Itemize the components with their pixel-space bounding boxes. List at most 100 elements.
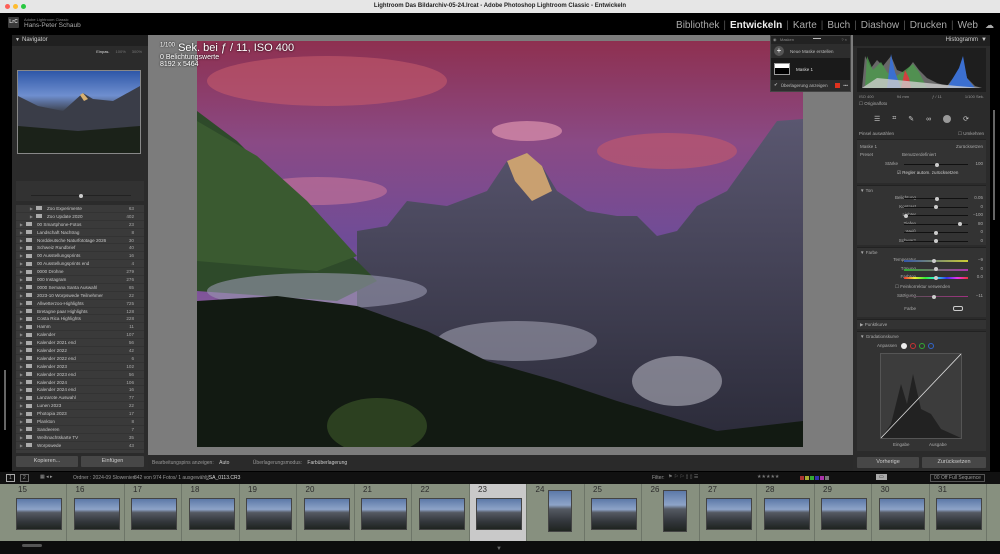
edit-sliders-icon[interactable]: ☰ (874, 115, 880, 123)
filmstrip-frame[interactable]: 22 (413, 484, 470, 541)
color-swatch[interactable] (953, 306, 963, 311)
overlay-mode-select[interactable]: Farbüberlagerung (307, 460, 347, 466)
folder-item[interactable]: ▶Worpswede43 (16, 442, 144, 450)
copy-settings-button[interactable]: Kopieren... (16, 456, 78, 467)
amount-slider[interactable] (904, 164, 968, 165)
point-curve-section[interactable]: ▶ Punktkurve (857, 319, 986, 329)
tiefen-slider[interactable] (904, 224, 968, 225)
filmstrip-frame[interactable]: 28 (758, 484, 815, 541)
zoom-fit[interactable]: Einpas. (96, 46, 109, 57)
folder-item[interactable]: ▶0000 Semana Santa Auswahl65 (16, 284, 144, 292)
masking-icon[interactable] (943, 115, 951, 123)
disclosure-triangle-icon[interactable]: ▶ (16, 206, 36, 211)
temperatur-slider[interactable] (904, 260, 968, 262)
filmstrip-frame[interactable]: 17 (125, 484, 182, 541)
module-drucken[interactable]: Drucken (910, 20, 947, 31)
filmstrip-frame[interactable]: 15 (10, 484, 67, 541)
filmstrip-frame[interactable]: 24 (528, 484, 585, 541)
folder-item[interactable]: ▶Kalender 2024 end16 (16, 386, 144, 394)
filmstrip-frame[interactable]: 21 (355, 484, 412, 541)
flag-filter-icons[interactable]: ⚑ ⚐ ⚐ ▯ ▯ ☰ (668, 474, 698, 480)
folder-item[interactable]: ▶0000 Drohne279 (16, 268, 144, 276)
blue-channel-button[interactable] (928, 343, 934, 349)
folder-item[interactable]: ▶2023-10 Worpswede Teilnehmer22 (16, 292, 144, 300)
disclosure-triangle-icon[interactable]: ▶ (16, 269, 26, 274)
slider-knob[interactable] (934, 231, 938, 235)
disclosure-triangle-icon[interactable]: ▶ (16, 222, 26, 227)
filmstrip-frame[interactable]: 29 (815, 484, 872, 541)
slider-knob[interactable] (934, 239, 938, 243)
color-label-filter[interactable] (800, 476, 829, 480)
disclosure-triangle-icon[interactable]: ▶ (16, 395, 26, 400)
filmstrip-frame[interactable]: 18 (183, 484, 240, 541)
filmstrip-scrollbar-thumb[interactable] (22, 544, 42, 547)
folder-item[interactable]: ▶Kalender 2023102 (16, 363, 144, 371)
filmstrip-frame[interactable]: 23 (470, 484, 527, 541)
new-mask-button[interactable]: + Neue Maske erstellen (771, 44, 850, 58)
disclosure-triangle-icon[interactable]: ▶ (16, 253, 26, 258)
left-scrollbar[interactable] (12, 135, 15, 435)
folder-item[interactable]: ▶Schweiz Rundbrief40 (16, 244, 144, 252)
module-karte[interactable]: Karte (793, 20, 817, 31)
weiß-slider[interactable] (904, 232, 968, 233)
disclosure-triangle-icon[interactable]: ▶ (16, 403, 26, 408)
drag-handle[interactable] (813, 38, 821, 39)
module-web[interactable]: Web (958, 20, 978, 31)
module-entwickeln[interactable]: Entwickeln (730, 20, 782, 31)
folder-item[interactable]: ▶00 Smartphone-Fotos23 (16, 221, 144, 229)
disclosure-triangle-icon[interactable]: ▶ (16, 348, 26, 353)
filmstrip-frame[interactable]: 20 (298, 484, 355, 541)
folder-item[interactable]: ▶000 Instagram276 (16, 276, 144, 284)
disclosure-triangle-icon[interactable]: ▶ (16, 419, 26, 424)
right-panel-scrollbar[interactable] (993, 110, 995, 220)
disclosure-triangle-icon[interactable]: ▶ (16, 316, 26, 321)
folder-item[interactable]: ▶Zoo Update 2020402 (16, 213, 144, 221)
filmstrip-frame[interactable]: 27 (700, 484, 757, 541)
paste-settings-button[interactable]: Einfügen (81, 456, 144, 467)
filmstrip-frame[interactable]: 31 (930, 484, 987, 541)
mask-reset-button[interactable]: Zurücksetzen (956, 144, 983, 149)
disclosure-triangle-icon[interactable]: ▶ (16, 435, 26, 440)
folder-item[interactable]: ▶Weihnachtskarte TV35 (16, 434, 144, 442)
star-rating-filter[interactable]: ★★★★★ (757, 474, 779, 480)
disclosure-triangle-icon[interactable]: ▶ (16, 364, 26, 369)
brush-select[interactable]: Pinsel auswählen (859, 131, 894, 136)
invert-checkbox[interactable]: ☐ Umkehren (958, 131, 984, 137)
filmstrip-frame[interactable]: 25 (585, 484, 642, 541)
secondary-display-button[interactable]: 2 (20, 474, 29, 482)
filmstrip-frame[interactable]: 19 (240, 484, 297, 541)
show-filmstrip-toggle-icon[interactable]: ▼ (496, 546, 502, 552)
folder-item[interactable]: ▶Lunen 202322 (16, 402, 144, 410)
farbton-slider[interactable] (904, 277, 968, 279)
close-window-button[interactable] (5, 4, 10, 9)
original-photo-checkbox[interactable]: ☐ Originalfoto (859, 101, 887, 107)
fine-adjust-checkbox[interactable]: ☐ Feinkorrektur verwenden (895, 284, 950, 290)
belichtung-slider[interactable] (904, 198, 968, 199)
main-photo[interactable] (197, 41, 803, 447)
disclosure-triangle-icon[interactable]: ▶ (16, 293, 26, 298)
heal-icon[interactable]: ✎ (908, 115, 914, 123)
cloud-sync-icon[interactable]: ☁ (985, 20, 994, 31)
more-options-icon[interactable]: ••• (843, 83, 848, 88)
filmstrip-frame[interactable]: 26 (643, 484, 700, 541)
folder-item[interactable]: ▶Kalender 2024106 (16, 379, 144, 387)
disclosure-triangle-icon[interactable]: ▶ (16, 230, 26, 235)
presets-icon[interactable]: ⟳ (963, 115, 969, 123)
folder-item[interactable]: ▶Kalender107 (16, 331, 144, 339)
previous-button[interactable]: Vorherige (857, 457, 919, 468)
tönung-slider[interactable] (904, 269, 968, 271)
filter-preset-select[interactable]: 00 Off Full Sequence (930, 474, 985, 482)
disclosure-triangle-icon[interactable]: ▶ (16, 427, 26, 432)
lichter-slider[interactable] (904, 215, 968, 216)
primary-display-button[interactable]: 1 (6, 474, 15, 482)
disclosure-triangle-icon[interactable]: ▶ (16, 411, 26, 416)
filmstrip-filename[interactable]: _SA_0113.CR3 (206, 475, 240, 481)
disclosure-triangle-icon[interactable]: ▶ (16, 238, 26, 243)
disclosure-triangle-icon[interactable]: ▶ (16, 261, 26, 266)
module-buch[interactable]: Buch (827, 20, 850, 31)
reset-button[interactable]: Zurücksetzen (922, 457, 986, 468)
slider-knob[interactable] (934, 267, 938, 271)
slider-knob[interactable] (958, 222, 962, 226)
auto-reset-checkbox[interactable]: ☑ Regler autom. zurücksetzen (897, 170, 958, 176)
overlay-color-swatch[interactable] (835, 83, 840, 88)
